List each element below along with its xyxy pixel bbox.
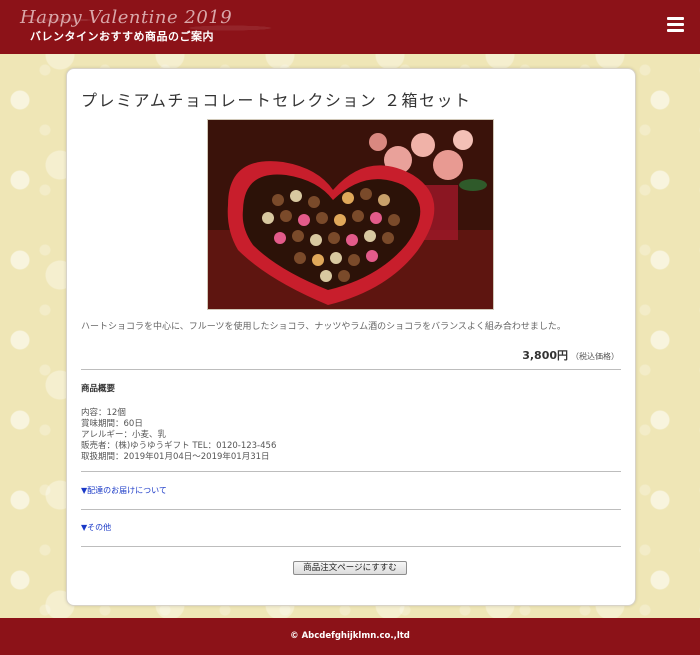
hamburger-menu-icon[interactable] (667, 17, 684, 33)
price-row: 3,800円 （税込価格） (522, 344, 619, 363)
product-title: プレミアムチョコレートセレクション ２箱セット (81, 91, 472, 110)
delivery-info-toggle[interactable]: ▼配達のお届けについて (81, 485, 167, 496)
copyright-text: © Abcdefghijklmn.co.,ltd (290, 631, 410, 641)
tax-note: （税込価格） (571, 352, 619, 361)
product-image (207, 119, 494, 310)
summary-heading: 商品概要 (81, 384, 116, 394)
site-footer: © Abcdefghijklmn.co.,ltd (0, 618, 700, 655)
divider (81, 471, 621, 472)
divider (81, 546, 621, 547)
order-page-button[interactable]: 商品注文ページにすすむ (293, 561, 407, 575)
product-price: 3,800円 (522, 349, 568, 362)
divider (81, 509, 621, 510)
product-card: プレミアムチョコレートセレクション ２箱セット ハートショコラを中心に、フルーツ… (66, 68, 636, 606)
site-header: Happy Valentine 2019 バレンタインおすすめ商品のご案内 (0, 0, 700, 54)
divider (81, 369, 621, 370)
brand-script-title: Happy Valentine 2019 (20, 7, 233, 28)
brand-subtitle: バレンタインおすすめ商品のご案内 (30, 30, 214, 43)
other-info-toggle[interactable]: ▼その他 (81, 522, 111, 533)
spec-period: 取扱期間：2019年01月04日～2019年01月31日 (81, 452, 270, 462)
product-description: ハートショコラを中心に、フルーツを使用したショコラ、ナッツやラム酒のショコラをバ… (81, 322, 566, 332)
